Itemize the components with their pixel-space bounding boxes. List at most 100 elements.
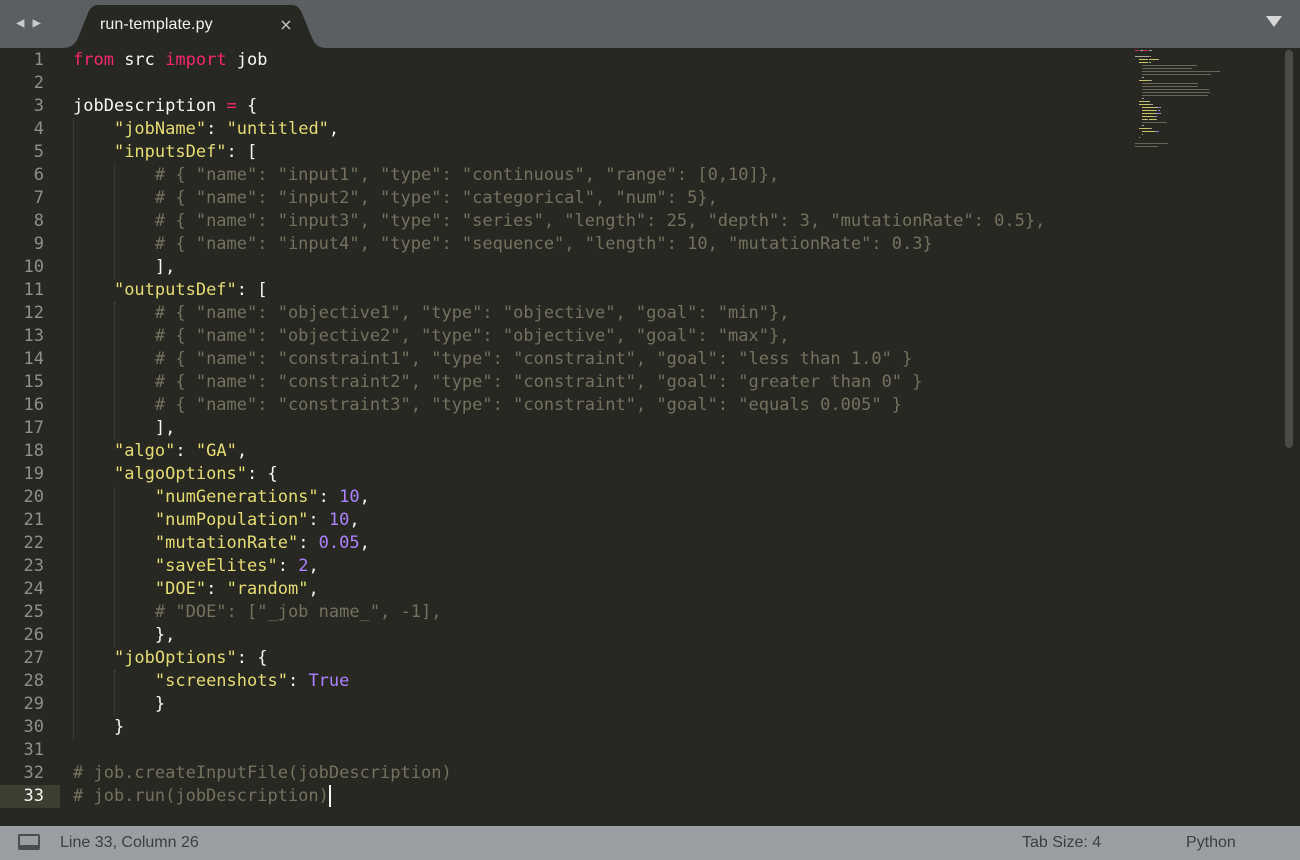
code-token: 10: [339, 487, 360, 507]
code-token: # { "name": "input2", "type": "categoric…: [154, 188, 718, 208]
status-bar: Line 33, Column 26 Tab Size: 4 Python: [0, 826, 1300, 860]
line-number: 2: [33, 73, 44, 93]
minimap-line: [1142, 131, 1154, 132]
syntax-selector[interactable]: Python: [1186, 834, 1236, 852]
code-line[interactable]: # { "name": "constraint2", "type": "cons…: [73, 371, 923, 394]
tab-run-template[interactable]: run-template.py ×: [60, 5, 328, 48]
code-line[interactable]: # { "name": "input4", "type": "sequence"…: [73, 233, 933, 256]
minimap-line: [1148, 59, 1158, 60]
code-token: # { "name": "input4", "type": "sequence"…: [154, 234, 933, 254]
minimap-line: [1149, 101, 1151, 102]
minimap-line: [1142, 113, 1155, 114]
minimap[interactable]: [1135, 48, 1285, 148]
minimap-line: [1138, 104, 1151, 105]
minimap-line: [1142, 68, 1192, 69]
code-token: ,: [236, 441, 248, 461]
code-line[interactable]: "saveElites": 2,: [73, 555, 319, 578]
code-line[interactable]: # { "name": "input1", "type": "continuou…: [73, 164, 779, 187]
minimap-line: [1142, 86, 1198, 87]
code-line[interactable]: # { "name": "objective2", "type": "objec…: [73, 325, 790, 348]
forward-arrow-icon[interactable]: ▶: [32, 12, 40, 34]
code-token: 2: [298, 556, 309, 576]
minimap-line: [1138, 62, 1149, 63]
code-token: "untitled": [226, 119, 329, 139]
code-line[interactable]: # { "name": "input2", "type": "categoric…: [73, 187, 718, 210]
code-token: 0.05: [318, 533, 360, 553]
code-line[interactable]: jobDescription = {: [73, 95, 257, 118]
code-line[interactable]: # { "name": "objective1", "type": "objec…: [73, 302, 790, 325]
line-number: 33: [23, 786, 44, 806]
code-line[interactable]: # "DOE": ["_job name_", -1],: [73, 601, 442, 624]
close-icon[interactable]: ×: [277, 14, 295, 36]
code-line[interactable]: "algoOptions": {: [73, 463, 278, 486]
code-token: "mutationRate": [154, 533, 299, 553]
code-line[interactable]: "inputsDef": [: [73, 141, 257, 164]
minimap-line: [1142, 65, 1198, 66]
line-number: 32: [23, 763, 44, 783]
minimap-line: [1135, 56, 1149, 57]
code-line[interactable]: "jobOptions": {: [73, 647, 268, 670]
line-number: 31: [23, 740, 44, 760]
code-editor[interactable]: 1 2 3 4 5 6 7 8 9 10 11 12 13 14 15 16 17 18 19 20 21 22 23 24 2…: [0, 48, 1300, 826]
code-line[interactable]: ],: [73, 256, 175, 279]
scrollbar-thumb[interactable]: [1285, 50, 1293, 448]
code-token: }: [73, 717, 125, 737]
minimap-line: [1148, 119, 1156, 120]
minimap-line: [1142, 116, 1153, 117]
code-line[interactable]: },: [73, 624, 175, 647]
line-number: 11: [23, 280, 44, 300]
tab-size-selector[interactable]: Tab Size: 4: [1022, 834, 1101, 852]
back-arrow-icon[interactable]: ◀: [16, 12, 24, 34]
minimap-line: [1138, 137, 1140, 138]
code-token: # { "name": "input1", "type": "continuou…: [154, 165, 780, 185]
code-token: from: [73, 50, 114, 70]
minimap-line: [1149, 50, 1153, 51]
line-number: 12: [23, 303, 44, 323]
code-token: # { "name": "constraint2", "type": "cons…: [154, 372, 923, 392]
code-line[interactable]: "numPopulation": 10,: [73, 509, 360, 532]
panel-toggle-icon[interactable]: [18, 834, 40, 850]
minimap-line: [1138, 80, 1150, 81]
code-line[interactable]: ],: [73, 417, 175, 440]
code-token: "algoOptions": [113, 464, 248, 484]
minimap-line: [1142, 107, 1157, 108]
code-line[interactable]: "jobName": "untitled",: [73, 118, 339, 141]
cursor-position: Line 33, Column 26: [60, 834, 199, 851]
tab-menu-icon[interactable]: [1266, 16, 1282, 27]
code-line[interactable]: "DOE": "random",: [73, 578, 319, 601]
code-line[interactable]: }: [73, 693, 165, 716]
vertical-scrollbar[interactable]: [1283, 48, 1295, 826]
code-token: "algo": [113, 441, 176, 461]
code-token: },: [73, 625, 176, 645]
minimap-line: [1142, 110, 1156, 111]
code-line[interactable]: # { "name": "constraint1", "type": "cons…: [73, 348, 912, 371]
code-line[interactable]: from src import job: [73, 49, 268, 72]
line-number: 1: [33, 50, 44, 70]
minimap-line: [1142, 83, 1198, 84]
code-line[interactable]: }: [73, 716, 124, 739]
code-token: "GA": [195, 441, 237, 461]
minimap-line: [1142, 71, 1221, 72]
code-line[interactable]: "mutationRate": 0.05,: [73, 532, 370, 555]
minimap-line: [1159, 110, 1161, 111]
line-number: 10: [23, 257, 44, 277]
indent-guide: [113, 670, 116, 716]
code-line[interactable]: "numGenerations": 10,: [73, 486, 370, 509]
minimap-line: [1155, 119, 1157, 120]
code-line[interactable]: # job.createInputFile(jobDescription): [73, 762, 452, 785]
line-number: 6: [33, 165, 44, 185]
code-area[interactable]: from src import job jobDescription = { "j…: [73, 48, 1120, 826]
line-number: 28: [23, 671, 44, 691]
tab-bar: ◀ ▶ run-template.py ×: [0, 0, 1300, 48]
minimap-line: [1160, 107, 1162, 108]
code-line[interactable]: "outputsDef": [: [73, 279, 268, 302]
line-number: 18: [23, 441, 44, 461]
code-line[interactable]: # job.run(jobDescription): [73, 785, 329, 808]
code-token: :: [206, 579, 227, 599]
code-line[interactable]: "algo": "GA",: [73, 440, 247, 463]
code-line[interactable]: # { "name": "input3", "type": "series", …: [73, 210, 1045, 233]
code-line[interactable]: # { "name": "constraint3", "type": "cons…: [73, 394, 902, 417]
code-token: True: [308, 671, 350, 691]
code-token: {: [236, 96, 258, 116]
